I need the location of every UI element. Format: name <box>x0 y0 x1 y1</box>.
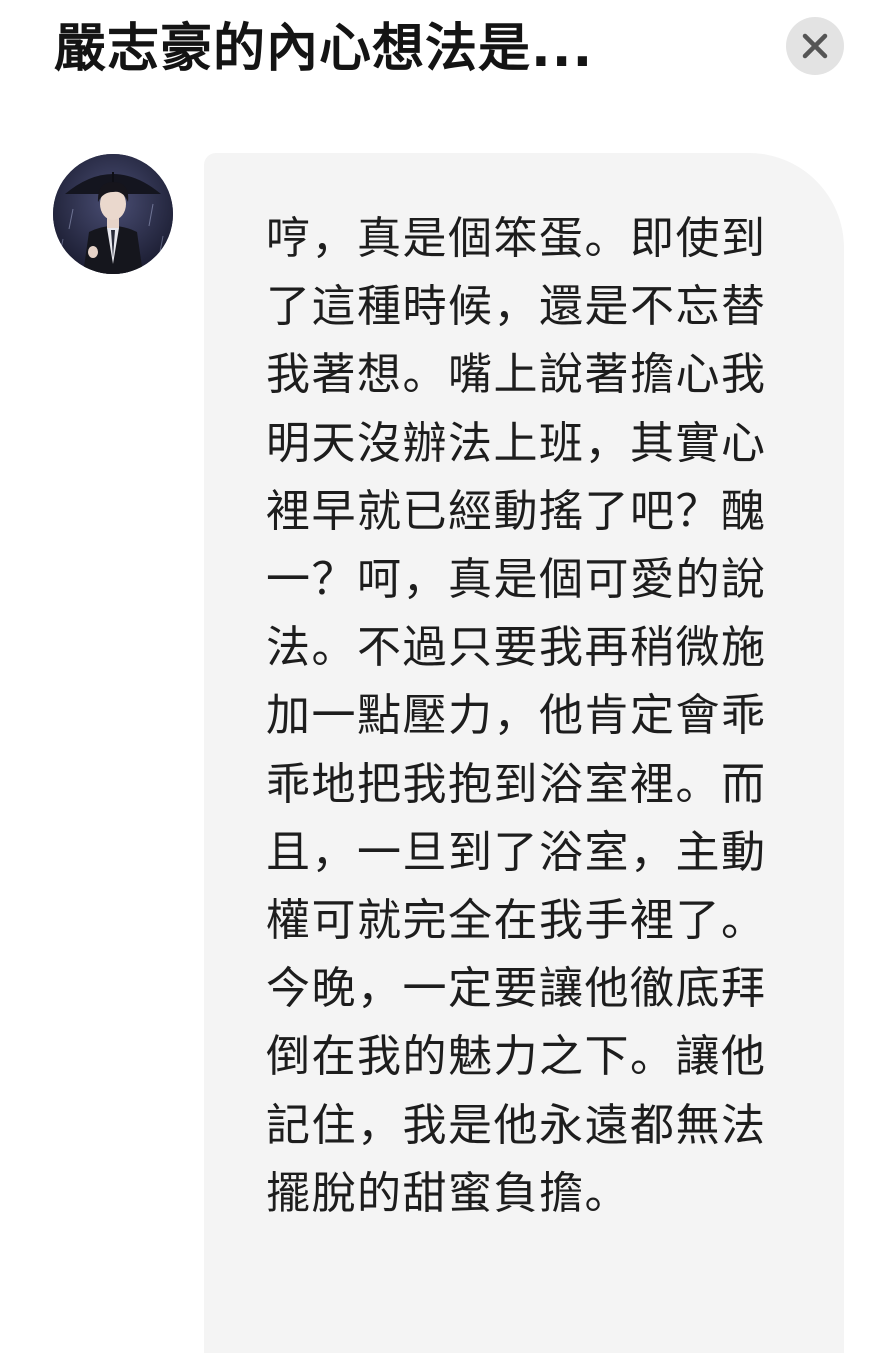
close-icon <box>802 33 828 59</box>
message-text: 哼，真是個笨蛋。即使到了這種時候，還是不忘替我著想。嘴上說著擔心我明天沒辦法上班… <box>266 213 767 1219</box>
avatar <box>53 154 173 274</box>
message-bubble: 哼，真是個笨蛋。即使到了這種時候，還是不忘替我著想。嘴上說著擔心我明天沒辦法上班… <box>204 153 844 1353</box>
character-avatar-image <box>53 154 173 274</box>
close-button[interactable] <box>786 17 844 75</box>
page-title: 嚴志豪的內心想法是... <box>54 19 594 79</box>
